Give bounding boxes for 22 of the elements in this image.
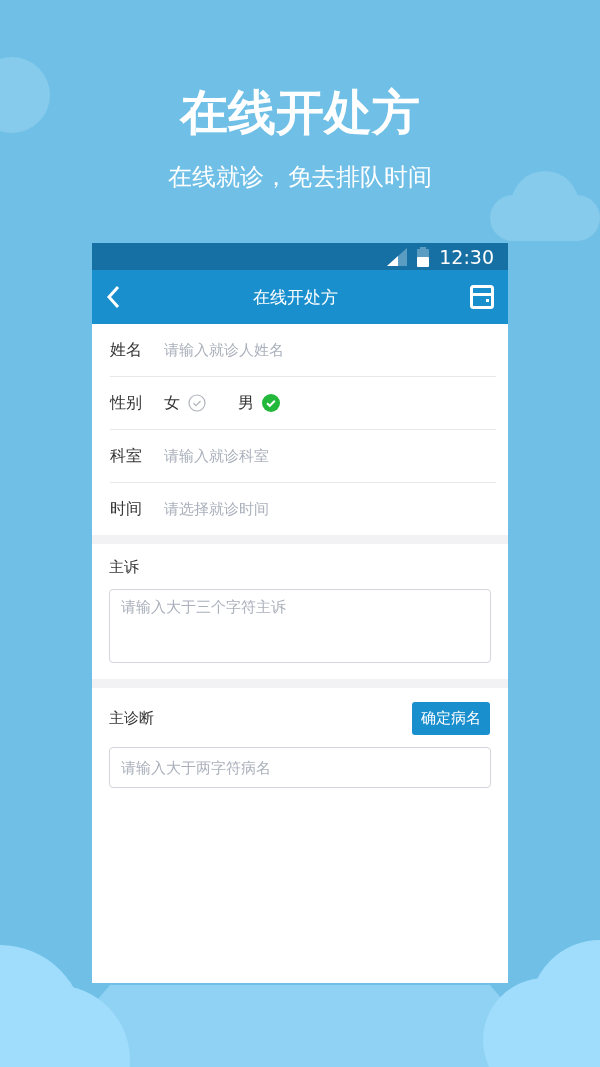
- input-field[interactable]: 请输入就诊科室: [164, 447, 496, 465]
- input-field[interactable]: 请选择就诊时间: [164, 500, 496, 518]
- save-icon[interactable]: [470, 285, 494, 309]
- field-label: 科室: [110, 445, 143, 467]
- radio-option[interactable]: 女: [164, 392, 206, 414]
- confirm-button[interactable]: 确定病名: [412, 702, 490, 735]
- input-field[interactable]: 请输入大于两字符病名: [109, 747, 491, 788]
- subtitle: 在线就诊，免去排队时间: [168, 162, 432, 192]
- battery-icon: [417, 246, 430, 267]
- section-label: 主诊断: [109, 709, 154, 728]
- radio-option[interactable]: 男: [238, 392, 280, 414]
- status-time: 12:30: [439, 245, 494, 268]
- field-label: 时间: [110, 498, 143, 520]
- headline: 在线开处方: [180, 84, 420, 140]
- section-label: 主诉: [109, 558, 140, 577]
- text-area[interactable]: 请输入大于三个字符主诉: [109, 589, 491, 663]
- input-field[interactable]: 请输入就诊人姓名: [164, 341, 496, 359]
- field-label: 姓名: [110, 339, 143, 361]
- signal-icon: [387, 247, 408, 266]
- screen-title: 在线开处方: [252, 285, 338, 309]
- field-label: 性别: [110, 392, 143, 414]
- back-button[interactable]: [106, 285, 120, 309]
